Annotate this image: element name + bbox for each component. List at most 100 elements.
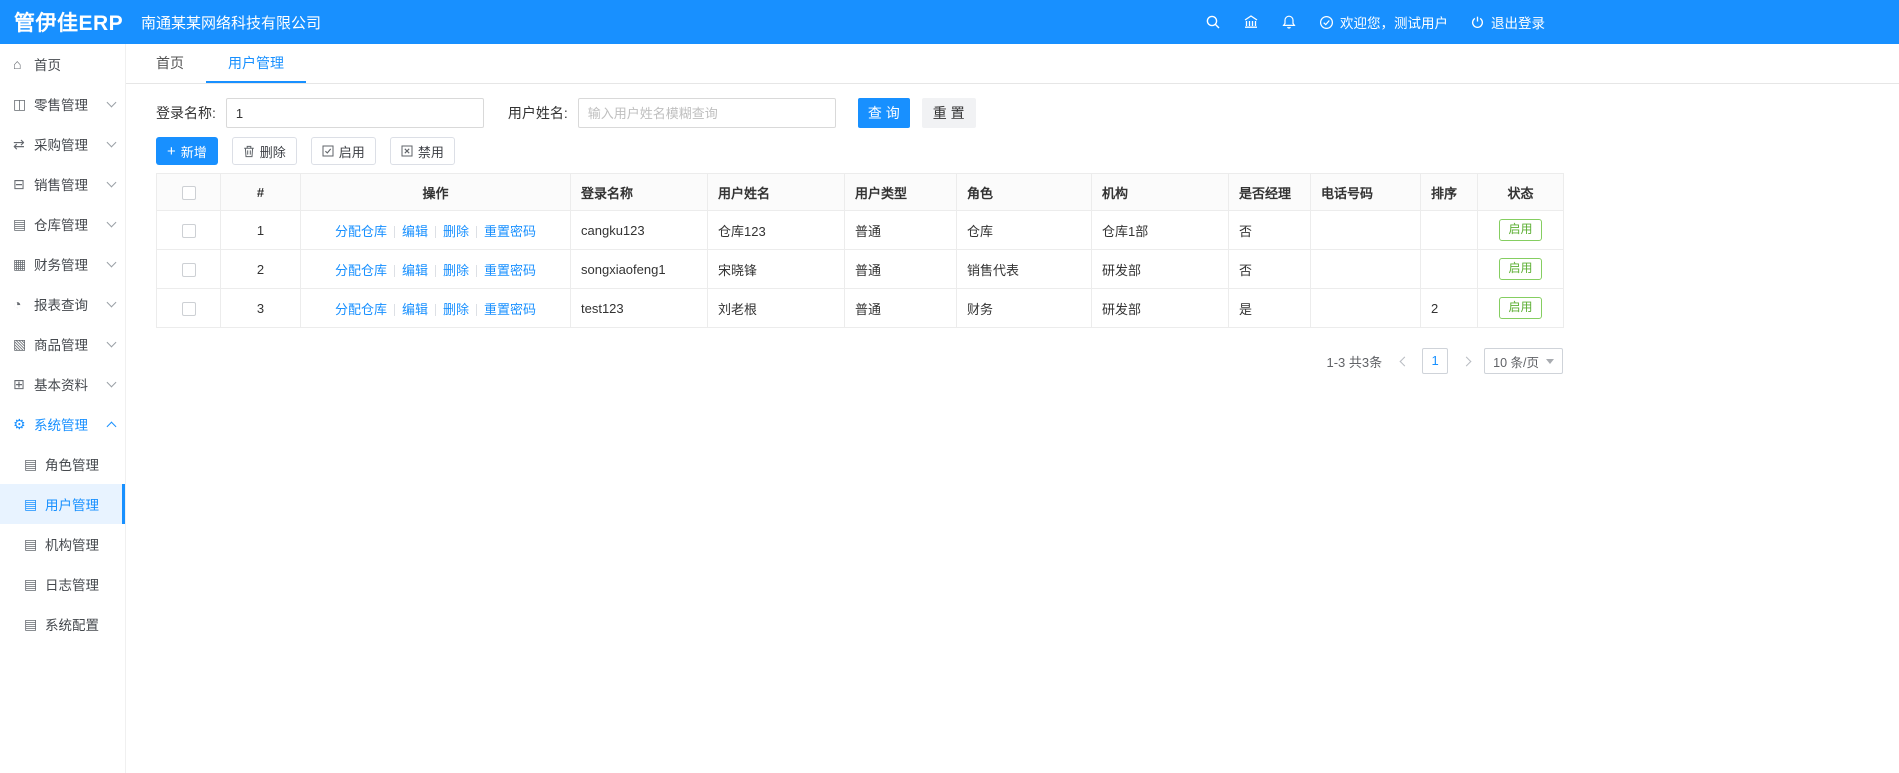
prev-page-button[interactable] <box>1395 349 1413 373</box>
assign-warehouse-link[interactable]: 分配仓库 <box>335 263 387 278</box>
org-cell: 研发部 <box>1091 288 1229 328</box>
divider <box>435 264 436 277</box>
col-status: 状态 <box>1477 173 1564 211</box>
sidebar-item-basic-data[interactable]: ⊞ 基本资料 <box>0 364 125 404</box>
is-manager-cell: 是 <box>1228 288 1311 328</box>
document-icon: ▤ <box>24 575 38 592</box>
bell-icon[interactable] <box>1281 14 1297 30</box>
page-layout: ⌂ 首页 ◫ 零售管理 ⇄ 采购管理 ⊟ 销售管理 ▤ 仓库管理 ▦ 财务管理 … <box>0 44 1899 773</box>
sidebar-item-label: 系统管理 <box>34 418 88 433</box>
sidebar-item-system[interactable]: ⚙ 系统管理 <box>0 404 125 444</box>
login-name-cell: cangku123 <box>570 210 708 250</box>
assign-warehouse-link[interactable]: 分配仓库 <box>335 302 387 317</box>
status-badge[interactable]: 启用 <box>1499 258 1542 280</box>
chevron-down-icon <box>106 97 117 108</box>
reset-password-link[interactable]: 重置密码 <box>484 224 536 239</box>
sidebar-item-finance[interactable]: ▦ 财务管理 <box>0 244 125 284</box>
is-manager-cell: 否 <box>1228 210 1311 250</box>
tab-user-management[interactable]: 用户管理 <box>206 44 306 83</box>
sidebar-item-system-config[interactable]: ▤ 系统配置 <box>0 604 125 644</box>
sidebar-item-home[interactable]: ⌂ 首页 <box>0 44 125 84</box>
reset-password-link[interactable]: 重置密码 <box>484 302 536 317</box>
home-bank-icon[interactable] <box>1243 14 1259 30</box>
sidebar-item-log-management[interactable]: ▤ 日志管理 <box>0 564 125 604</box>
login-name-input[interactable] <box>225 98 484 128</box>
sidebar-item-sales[interactable]: ⊟ 销售管理 <box>0 164 125 204</box>
page-number[interactable]: 1 <box>1422 348 1449 374</box>
user-name-input[interactable] <box>577 98 836 128</box>
delete-link[interactable]: 删除 <box>443 224 469 239</box>
chevron-down-icon <box>106 337 117 348</box>
reset-button[interactable]: 重 置 <box>921 98 976 128</box>
col-sort: 排序 <box>1420 173 1478 211</box>
query-button[interactable]: 查 询 <box>857 98 910 128</box>
page-size-select[interactable]: 10 条/页 <box>1484 348 1563 374</box>
divider <box>393 264 395 277</box>
sidebar-item-label: 商品管理 <box>34 338 88 353</box>
delete-link[interactable]: 删除 <box>443 302 469 317</box>
enable-button[interactable]: 启用 <box>310 137 376 165</box>
gear-icon: ⚙ <box>13 415 26 432</box>
row-checkbox[interactable] <box>181 223 196 238</box>
tab-home[interactable]: 首页 <box>134 44 206 83</box>
login-name-label: 登录名称: <box>156 105 216 121</box>
status-badge[interactable]: 启用 <box>1499 297 1542 319</box>
delete-button[interactable]: 删除 <box>231 137 297 165</box>
add-button[interactable]: + 新增 <box>156 137 218 165</box>
reset-password-link[interactable]: 重置密码 <box>484 263 536 278</box>
page-size-value: 10 条/页 <box>1493 355 1539 370</box>
header-actions: 欢迎您，测试用户 退出登录 <box>1205 12 1545 32</box>
delete-link[interactable]: 删除 <box>443 263 469 278</box>
user-name-cell: 宋晓锋 <box>707 249 845 289</box>
disable-button[interactable]: 禁用 <box>389 137 455 165</box>
col-user-name: 用户姓名 <box>707 173 845 211</box>
trash-icon <box>243 145 254 157</box>
edit-link[interactable]: 编辑 <box>402 224 428 239</box>
table-row: 3 分配仓库 编辑 删除 重置密码 test123 刘老根 普通 财务 研发部 是 2 <box>156 288 1564 328</box>
sidebar-item-org-management[interactable]: ▤ 机构管理 <box>0 524 125 564</box>
basic-data-icon: ⊞ <box>13 375 25 392</box>
search-icon[interactable] <box>1205 14 1221 30</box>
select-all-checkbox[interactable] <box>181 185 196 200</box>
next-page-button[interactable] <box>1457 349 1475 373</box>
logout-button[interactable]: 退出登录 <box>1470 12 1545 32</box>
role-cell: 仓库 <box>956 210 1092 250</box>
user-name-cell: 仓库123 <box>707 210 845 250</box>
table-row: 1 分配仓库 编辑 删除 重置密码 cangku123 仓库123 普通 仓库 仓库1… <box>156 210 1564 250</box>
status-badge[interactable]: 启用 <box>1499 219 1542 241</box>
row-checkbox[interactable] <box>181 262 196 277</box>
sidebar-item-user-management[interactable]: ▤ 用户管理 <box>0 484 125 524</box>
divider <box>476 264 478 277</box>
welcome-text: 欢迎您，测试用户 <box>1340 16 1448 31</box>
row-index: 1 <box>220 210 301 250</box>
sidebar-item-role-management[interactable]: ▤ 角色管理 <box>0 444 125 484</box>
top-header-inner: 管伊佳ERP 南通某某网络科技有限公司 欢迎您，测试用户 退出登录 <box>0 0 1560 44</box>
user-type-cell: 普通 <box>844 288 957 328</box>
caret-down-icon <box>1546 358 1554 364</box>
divider <box>476 225 478 238</box>
row-index: 3 <box>220 288 301 328</box>
table-row: 2 分配仓库 编辑 删除 重置密码 songxiaofeng1 宋晓锋 普通 销售代表… <box>156 249 1564 289</box>
sidebar-item-purchase[interactable]: ⇄ 采购管理 <box>0 124 125 164</box>
users-table: # 操作 登录名称 用户姓名 用户类型 角色 机构 是否经理 电话号码 排序 状… <box>156 173 1564 328</box>
document-icon: ▤ <box>24 535 38 552</box>
product-icon: ▧ <box>13 335 27 352</box>
assign-warehouse-link[interactable]: 分配仓库 <box>335 224 387 239</box>
report-icon: ◔ <box>13 296 22 312</box>
col-is-manager: 是否经理 <box>1228 173 1311 211</box>
sidebar-item-label: 财务管理 <box>34 258 88 273</box>
edit-link[interactable]: 编辑 <box>402 263 428 278</box>
welcome-user[interactable]: 欢迎您，测试用户 <box>1319 12 1448 32</box>
row-checkbox[interactable] <box>181 301 196 316</box>
sidebar-item-warehouse[interactable]: ▤ 仓库管理 <box>0 204 125 244</box>
sidebar-item-retail[interactable]: ◫ 零售管理 <box>0 84 125 124</box>
sidebar-item-label: 机构管理 <box>45 538 99 553</box>
sort-cell <box>1420 249 1478 289</box>
sidebar-item-reports[interactable]: ◔ 报表查询 <box>0 284 125 324</box>
divider <box>435 225 436 238</box>
sidebar-item-products[interactable]: ▧ 商品管理 <box>0 324 125 364</box>
sidebar: ⌂ 首页 ◫ 零售管理 ⇄ 采购管理 ⊟ 销售管理 ▤ 仓库管理 ▦ 财务管理 … <box>0 44 126 773</box>
edit-link[interactable]: 编辑 <box>402 302 428 317</box>
sales-icon: ⊟ <box>13 175 25 192</box>
chevron-right-icon <box>1461 356 1472 366</box>
